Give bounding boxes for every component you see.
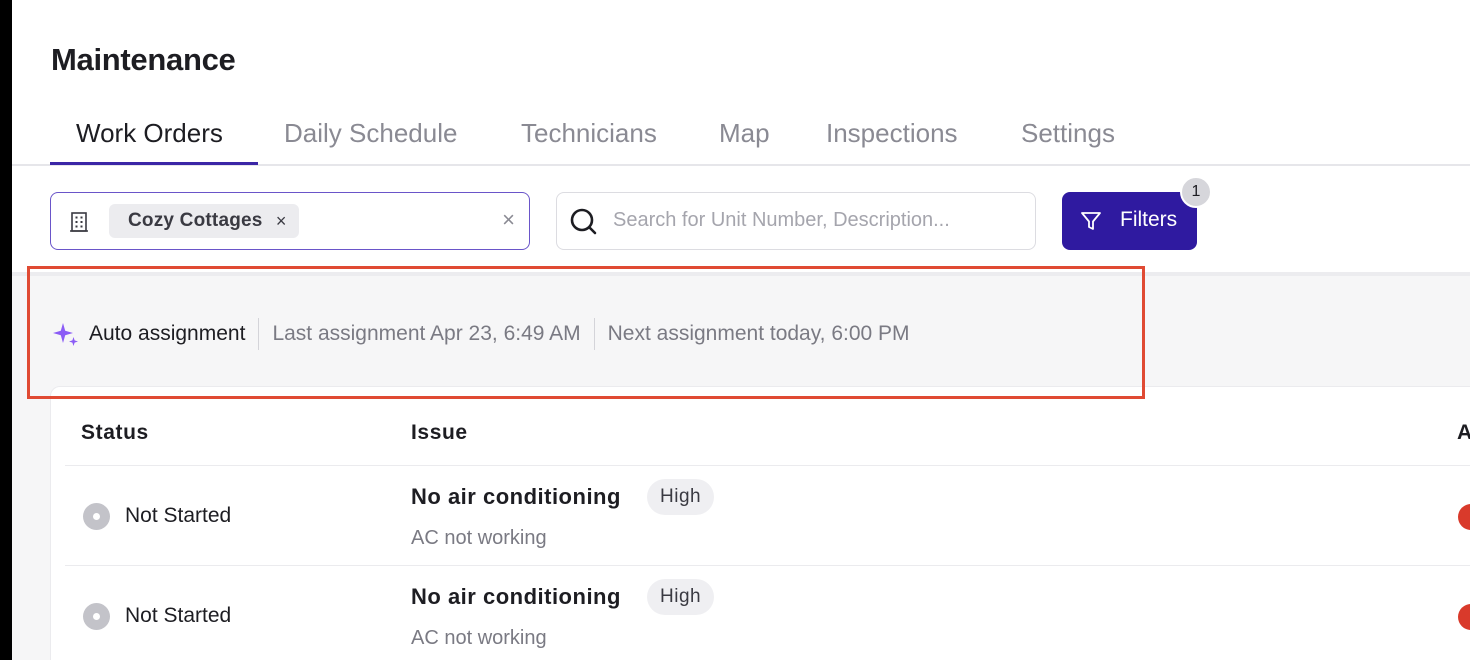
last-assignment-text: Last assignment Apr 23, 6:49 AM (272, 322, 581, 345)
clear-selection-icon[interactable]: × (502, 207, 515, 233)
search-box (556, 192, 1036, 250)
filters-button[interactable]: Filters (1062, 192, 1197, 250)
building-icon (70, 212, 88, 232)
property-select[interactable]: Cozy Cottages × × (50, 192, 530, 250)
assignee-avatar[interactable] (1458, 504, 1470, 530)
tab-inspections[interactable]: Inspections (826, 118, 958, 149)
work-orders-table: Status Issue A Not Started No air condit… (50, 386, 1470, 660)
tab-bar: Work Orders Daily Schedule Technicians M… (12, 108, 1470, 166)
status-not-started-icon (83, 503, 110, 530)
issue-description: AC not working (411, 627, 547, 649)
status-not-started-icon (83, 603, 110, 630)
divider (258, 318, 260, 350)
active-tab-indicator (50, 162, 258, 165)
chip-remove-icon[interactable]: × (276, 204, 287, 238)
search-input[interactable] (613, 193, 1013, 248)
issue-title: No air conditioning (411, 484, 621, 509)
filter-toolbar: Cozy Cottages × × Filters 1 (12, 166, 1470, 276)
property-chip-label: Cozy Cottages (128, 210, 263, 231)
table-row[interactable]: Not Started No air conditioning High AC … (51, 466, 1470, 566)
tab-settings[interactable]: Settings (1021, 118, 1115, 149)
app-window: Maintenance Work Orders Daily Schedule T… (12, 0, 1470, 660)
status-text: Not Started (125, 504, 232, 527)
auto-assignment-label: Auto assignment (89, 322, 246, 345)
tab-map[interactable]: Map (719, 118, 770, 149)
sparkle-icon (53, 323, 78, 346)
column-header-status[interactable]: Status (81, 421, 149, 445)
divider (593, 318, 595, 350)
status-text: Not Started (125, 604, 232, 627)
assignee-avatar[interactable] (1458, 604, 1470, 630)
filters-label: Filters (1120, 208, 1178, 231)
tab-work-orders[interactable]: Work Orders (76, 118, 223, 149)
page-title: Maintenance (51, 42, 236, 77)
column-header-issue[interactable]: Issue (411, 421, 468, 445)
property-chip: Cozy Cottages × (109, 204, 299, 238)
priority-badge: High (647, 579, 715, 615)
filters-count-badge: 1 (1180, 176, 1212, 208)
table-row[interactable]: Not Started No air conditioning High AC … (51, 566, 1470, 660)
priority-badge: High (647, 479, 715, 515)
issue-description: AC not working (411, 527, 547, 549)
auto-assignment-bar: Auto assignment Last assignment Apr 23, … (52, 318, 910, 350)
tab-daily-schedule[interactable]: Daily Schedule (284, 118, 457, 149)
issue-title: No air conditioning (411, 584, 621, 609)
next-assignment-text: Next assignment today, 6:00 PM (607, 322, 910, 345)
work-orders-content: Auto assignment Last assignment Apr 23, … (12, 276, 1470, 660)
tab-technicians[interactable]: Technicians (521, 118, 657, 149)
filter-icon (1081, 212, 1101, 230)
search-icon (570, 208, 597, 235)
column-header-assignee[interactable]: A (1457, 421, 1470, 445)
